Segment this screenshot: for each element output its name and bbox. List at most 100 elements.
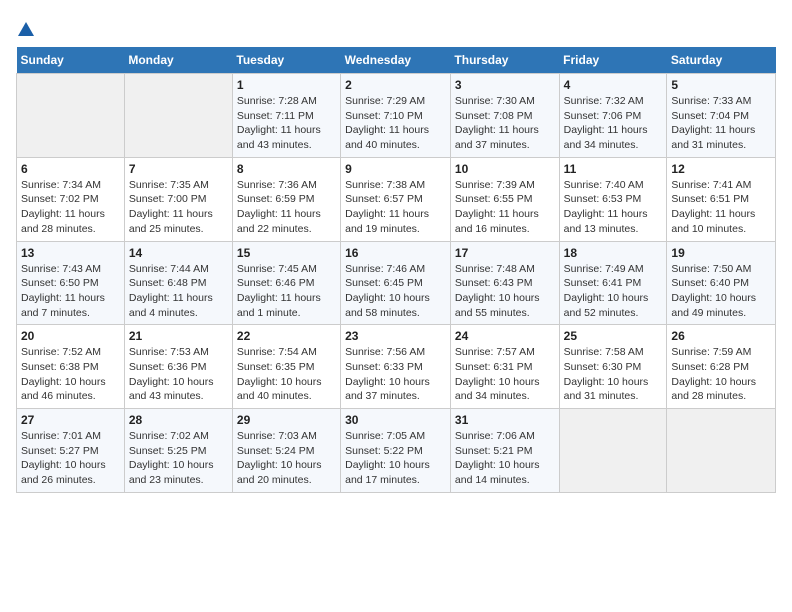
day-number: 22 <box>237 329 336 343</box>
day-number: 4 <box>564 78 663 92</box>
day-number: 5 <box>671 78 771 92</box>
day-info: Sunrise: 7:06 AM Sunset: 5:21 PM Dayligh… <box>455 429 555 488</box>
day-number: 3 <box>455 78 555 92</box>
day-number: 13 <box>21 246 120 260</box>
day-number: 17 <box>455 246 555 260</box>
day-info: Sunrise: 7:01 AM Sunset: 5:27 PM Dayligh… <box>21 429 120 488</box>
day-info: Sunrise: 7:43 AM Sunset: 6:50 PM Dayligh… <box>21 262 120 321</box>
day-number: 15 <box>237 246 336 260</box>
day-number: 11 <box>564 162 663 176</box>
day-info: Sunrise: 7:57 AM Sunset: 6:31 PM Dayligh… <box>455 345 555 404</box>
calendar-cell: 29 Sunrise: 7:03 AM Sunset: 5:24 PM Dayli… <box>232 409 340 493</box>
day-number: 21 <box>129 329 228 343</box>
day-info: Sunrise: 7:39 AM Sunset: 6:55 PM Dayligh… <box>455 178 555 237</box>
day-number: 26 <box>671 329 771 343</box>
days-header-row: SundayMondayTuesdayWednesdayThursdayFrid… <box>17 47 776 74</box>
calendar-cell: 28 Sunrise: 7:02 AM Sunset: 5:25 PM Dayli… <box>124 409 232 493</box>
day-info: Sunrise: 7:41 AM Sunset: 6:51 PM Dayligh… <box>671 178 771 237</box>
calendar-cell: 8 Sunrise: 7:36 AM Sunset: 6:59 PM Daylig… <box>232 157 340 241</box>
page-header <box>16 16 776 37</box>
calendar-cell: 10 Sunrise: 7:39 AM Sunset: 6:55 PM Dayli… <box>450 157 559 241</box>
calendar-cell: 23Sunrise: 7:56 AM Sunset: 6:33 PM Dayli… <box>341 325 451 409</box>
day-info: Sunrise: 7:59 AM Sunset: 6:28 PM Dayligh… <box>671 345 771 404</box>
day-number: 30 <box>345 413 446 427</box>
logo-icon <box>18 22 34 36</box>
calendar-cell: 7Sunrise: 7:35 AM Sunset: 7:00 PM Daylig… <box>124 157 232 241</box>
calendar-cell: 19 Sunrise: 7:50 AM Sunset: 6:40 PM Dayli… <box>667 241 776 325</box>
calendar-cell: 21 Sunrise: 7:53 AM Sunset: 6:36 PM Dayli… <box>124 325 232 409</box>
day-info: Sunrise: 7:32 AM Sunset: 7:06 PM Dayligh… <box>564 94 663 153</box>
calendar-cell: 16 Sunrise: 7:46 AM Sunset: 6:45 PM Dayli… <box>341 241 451 325</box>
day-info: Sunrise: 7:29 AM Sunset: 7:10 PM Dayligh… <box>345 94 446 153</box>
day-info: Sunrise: 7:44 AM Sunset: 6:48 PM Dayligh… <box>129 262 228 321</box>
calendar-cell: 15 Sunrise: 7:45 AM Sunset: 6:46 PM Dayli… <box>232 241 340 325</box>
day-number: 28 <box>129 413 228 427</box>
calendar-cell: 3Sunrise: 7:30 AM Sunset: 7:08 PM Daylig… <box>450 74 559 158</box>
day-info: Sunrise: 7:33 AM Sunset: 7:04 PM Dayligh… <box>671 94 771 153</box>
calendar-cell: 9Sunrise: 7:38 AM Sunset: 6:57 PM Daylig… <box>341 157 451 241</box>
calendar-cell <box>559 409 667 493</box>
day-header-monday: Monday <box>124 47 232 74</box>
day-number: 18 <box>564 246 663 260</box>
day-info: Sunrise: 7:58 AM Sunset: 6:30 PM Dayligh… <box>564 345 663 404</box>
calendar-cell: 1Sunrise: 7:28 AM Sunset: 7:11 PM Daylig… <box>232 74 340 158</box>
day-number: 6 <box>21 162 120 176</box>
day-info: Sunrise: 7:50 AM Sunset: 6:40 PM Dayligh… <box>671 262 771 321</box>
day-number: 12 <box>671 162 771 176</box>
day-header-thursday: Thursday <box>450 47 559 74</box>
calendar-cell: 2 Sunrise: 7:29 AM Sunset: 7:10 PM Daylig… <box>341 74 451 158</box>
day-number: 27 <box>21 413 120 427</box>
day-number: 1 <box>237 78 336 92</box>
day-info: Sunrise: 7:34 AM Sunset: 7:02 PM Dayligh… <box>21 178 120 237</box>
day-header-saturday: Saturday <box>667 47 776 74</box>
day-number: 2 <box>345 78 446 92</box>
calendar-table: SundayMondayTuesdayWednesdayThursdayFrid… <box>16 47 776 493</box>
calendar-cell: 4 Sunrise: 7:32 AM Sunset: 7:06 PM Daylig… <box>559 74 667 158</box>
day-info: Sunrise: 7:49 AM Sunset: 6:41 PM Dayligh… <box>564 262 663 321</box>
calendar-cell: 30Sunrise: 7:05 AM Sunset: 5:22 PM Dayli… <box>341 409 451 493</box>
day-number: 29 <box>237 413 336 427</box>
calendar-cell: 26 Sunrise: 7:59 AM Sunset: 6:28 PM Dayli… <box>667 325 776 409</box>
day-number: 19 <box>671 246 771 260</box>
calendar-cell: 5 Sunrise: 7:33 AM Sunset: 7:04 PM Daylig… <box>667 74 776 158</box>
calendar-cell: 6 Sunrise: 7:34 AM Sunset: 7:02 PM Daylig… <box>17 157 125 241</box>
calendar-week-row: 20Sunrise: 7:52 AM Sunset: 6:38 PM Dayli… <box>17 325 776 409</box>
day-info: Sunrise: 7:03 AM Sunset: 5:24 PM Dayligh… <box>237 429 336 488</box>
day-header-tuesday: Tuesday <box>232 47 340 74</box>
calendar-week-row: 13 Sunrise: 7:43 AM Sunset: 6:50 PM Dayli… <box>17 241 776 325</box>
calendar-cell: 14Sunrise: 7:44 AM Sunset: 6:48 PM Dayli… <box>124 241 232 325</box>
day-header-friday: Friday <box>559 47 667 74</box>
calendar-week-row: 27 Sunrise: 7:01 AM Sunset: 5:27 PM Dayli… <box>17 409 776 493</box>
day-info: Sunrise: 7:48 AM Sunset: 6:43 PM Dayligh… <box>455 262 555 321</box>
calendar-cell: 20Sunrise: 7:52 AM Sunset: 6:38 PM Dayli… <box>17 325 125 409</box>
day-number: 8 <box>237 162 336 176</box>
day-info: Sunrise: 7:46 AM Sunset: 6:45 PM Dayligh… <box>345 262 446 321</box>
calendar-week-row: 1Sunrise: 7:28 AM Sunset: 7:11 PM Daylig… <box>17 74 776 158</box>
calendar-cell: 24 Sunrise: 7:57 AM Sunset: 6:31 PM Dayli… <box>450 325 559 409</box>
calendar-cell <box>667 409 776 493</box>
day-info: Sunrise: 7:38 AM Sunset: 6:57 PM Dayligh… <box>345 178 446 237</box>
day-info: Sunrise: 7:02 AM Sunset: 5:25 PM Dayligh… <box>129 429 228 488</box>
logo <box>16 16 34 37</box>
day-number: 31 <box>455 413 555 427</box>
day-info: Sunrise: 7:56 AM Sunset: 6:33 PM Dayligh… <box>345 345 446 404</box>
calendar-cell: 17 Sunrise: 7:48 AM Sunset: 6:43 PM Dayli… <box>450 241 559 325</box>
calendar-cell: 25 Sunrise: 7:58 AM Sunset: 6:30 PM Dayli… <box>559 325 667 409</box>
day-info: Sunrise: 7:52 AM Sunset: 6:38 PM Dayligh… <box>21 345 120 404</box>
calendar-cell: 12 Sunrise: 7:41 AM Sunset: 6:51 PM Dayli… <box>667 157 776 241</box>
logo-text <box>16 16 34 39</box>
day-header-wednesday: Wednesday <box>341 47 451 74</box>
day-info: Sunrise: 7:40 AM Sunset: 6:53 PM Dayligh… <box>564 178 663 237</box>
day-number: 7 <box>129 162 228 176</box>
day-number: 25 <box>564 329 663 343</box>
day-info: Sunrise: 7:53 AM Sunset: 6:36 PM Dayligh… <box>129 345 228 404</box>
calendar-cell: 13 Sunrise: 7:43 AM Sunset: 6:50 PM Dayli… <box>17 241 125 325</box>
day-number: 24 <box>455 329 555 343</box>
day-info: Sunrise: 7:45 AM Sunset: 6:46 PM Dayligh… <box>237 262 336 321</box>
day-info: Sunrise: 7:36 AM Sunset: 6:59 PM Dayligh… <box>237 178 336 237</box>
day-number: 10 <box>455 162 555 176</box>
day-header-sunday: Sunday <box>17 47 125 74</box>
day-number: 16 <box>345 246 446 260</box>
calendar-cell: 11 Sunrise: 7:40 AM Sunset: 6:53 PM Dayli… <box>559 157 667 241</box>
calendar-cell <box>124 74 232 158</box>
